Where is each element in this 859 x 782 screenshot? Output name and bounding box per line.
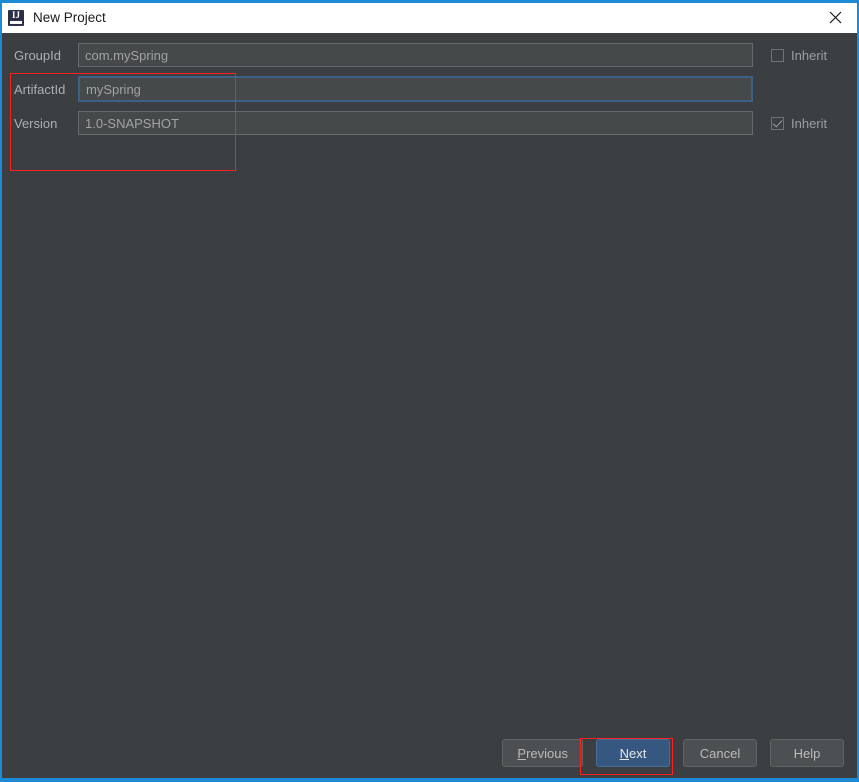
groupid-inherit-checkbox[interactable]	[771, 48, 784, 62]
groupid-input[interactable]	[78, 43, 753, 67]
groupid-inherit-label: Inherit	[791, 47, 828, 63]
artifactid-input[interactable]	[78, 76, 753, 102]
artifactid-label: ArtifactId	[14, 81, 66, 97]
form-row-version: Version Inherit	[10, 106, 849, 140]
new-project-dialog-window: IJ New Project GroupId Inherit	[0, 0, 859, 782]
version-inherit-label: Inherit	[791, 115, 828, 131]
version-inherit-group[interactable]: Inherit	[771, 116, 849, 131]
previous-button[interactable]: Previous	[502, 739, 583, 767]
form-row-groupid: GroupId Inherit	[10, 38, 849, 72]
version-label: Version	[14, 115, 58, 131]
help-button[interactable]: Help	[770, 739, 844, 767]
dialog-button-bar: Previous Next Cancel Help	[2, 738, 857, 768]
window-title: New Project	[33, 10, 106, 25]
version-inherit-checkbox[interactable]	[771, 116, 784, 130]
cancel-button[interactable]: Cancel	[683, 739, 757, 767]
dialog-body: GroupId Inherit ArtifactId Inherit Versi…	[2, 33, 857, 778]
previous-button-mnemonic: P	[517, 745, 527, 761]
app-icon-underline	[10, 21, 22, 24]
groupid-inherit-group[interactable]: Inherit	[771, 48, 849, 63]
form-row-artifactid: ArtifactId Inherit	[10, 72, 849, 106]
next-button[interactable]: Next	[596, 739, 670, 767]
title-bar: IJ New Project	[2, 3, 857, 33]
app-icon-text: IJ	[11, 10, 20, 20]
close-button[interactable]	[813, 3, 857, 32]
groupid-label: GroupId	[14, 47, 61, 63]
version-input[interactable]	[78, 111, 753, 135]
close-icon	[829, 11, 841, 24]
next-button-mnemonic: N	[619, 745, 630, 761]
previous-button-label: revious	[526, 745, 568, 761]
maven-coordinates-form: GroupId Inherit ArtifactId Inherit Versi…	[10, 38, 849, 140]
intellij-idea-icon: IJ	[8, 10, 24, 26]
next-button-label: ext	[629, 745, 647, 761]
